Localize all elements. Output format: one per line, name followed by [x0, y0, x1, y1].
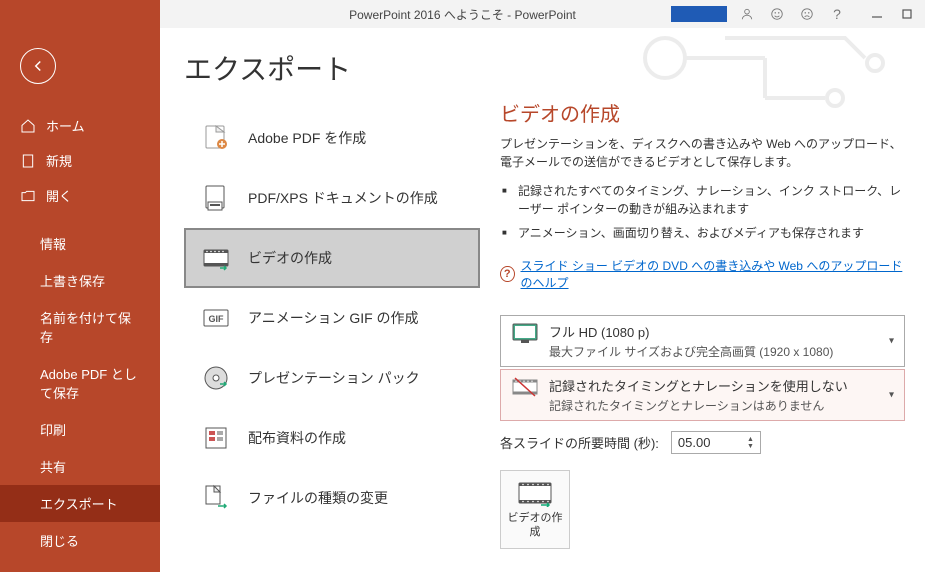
sidebar-item-save[interactable]: 上書き保存: [0, 262, 160, 299]
sidebar-item-home[interactable]: ホーム: [0, 108, 160, 143]
help-link[interactable]: スライド ショー ビデオの DVD への書き込みや Web へのアップロードのヘ…: [521, 257, 905, 291]
sidebar-label: Adobe PDF として保存: [40, 364, 140, 402]
duration-label: 各スライドの所要時間 (秒):: [500, 433, 659, 452]
help-icon[interactable]: ?: [827, 4, 847, 24]
export-label: アニメーション GIF の作成: [248, 308, 419, 328]
sidebar-item-close[interactable]: 閉じる: [0, 522, 160, 559]
sidebar-item-share[interactable]: 共有: [0, 448, 160, 485]
monitor-icon: [511, 322, 539, 346]
detail-description: プレゼンテーションを、ディスクへの書き込みや Web へのアップロード、電子メー…: [500, 135, 905, 171]
sidebar-item-print[interactable]: 印刷: [0, 411, 160, 448]
user-badge[interactable]: [671, 6, 727, 22]
dropdown-text: 記録されたタイミングとナレーションを使用しない 記録されたタイミングとナレーショ…: [549, 376, 894, 414]
face-happy-icon[interactable]: [767, 4, 787, 24]
sidebar-label: 情報: [40, 234, 66, 253]
back-button[interactable]: [20, 48, 56, 84]
sidebar-label: 名前を付けて保存: [40, 308, 140, 346]
sidebar-label: 共有: [40, 457, 66, 476]
bullet-item: 記録されたすべてのタイミング、ナレーション、インク ストローク、レーザー ポイン…: [518, 179, 905, 221]
svg-text:GIF: GIF: [209, 314, 225, 324]
handout-icon: [200, 422, 232, 454]
sidebar-item-open[interactable]: 開く: [0, 178, 160, 213]
narration-line1: 記録されたタイミングとナレーションを使用しない: [549, 376, 894, 395]
duration-value: 05.00: [678, 435, 711, 450]
slide-duration-row: 各スライドの所要時間 (秒): 05.00 ▲▼: [500, 431, 905, 454]
export-label: ビデオの作成: [248, 248, 332, 268]
export-item-adobepdf[interactable]: Adobe PDF を作成: [184, 108, 480, 168]
export-label: ファイルの種類の変更: [248, 488, 388, 508]
bullet-item: アニメーション、画面切り替え、およびメディアも保存されます: [518, 221, 905, 245]
export-item-gif[interactable]: GIF アニメーション GIF の作成: [184, 288, 480, 348]
gif-icon: GIF: [200, 302, 232, 334]
window-title: PowerPoint 2016 へようこそ - PowerPoint: [349, 6, 576, 23]
quality-line1: フル HD (1080 p): [549, 322, 894, 341]
export-label: プレゼンテーション パック: [248, 368, 420, 388]
face-sad-icon[interactable]: [797, 4, 817, 24]
help-link-row: ? スライド ショー ビデオの DVD への書き込みや Web へのアップロード…: [500, 257, 905, 291]
detail-title: ビデオの作成: [500, 98, 905, 127]
sidebar-label: 印刷: [40, 420, 66, 439]
pdf-xps-icon: [200, 182, 232, 214]
filmstrip-icon: [511, 376, 539, 400]
sidebar-label: ホーム: [46, 116, 85, 135]
sidebar-label: 閉じる: [40, 531, 79, 550]
open-icon: [20, 188, 36, 204]
changetype-icon: [200, 482, 232, 514]
narration-dropdown[interactable]: 記録されたタイミングとナレーションを使用しない 記録されたタイミングとナレーショ…: [500, 369, 905, 421]
duration-input[interactable]: 05.00 ▲▼: [671, 431, 761, 454]
sidebar-item-adobepdf[interactable]: Adobe PDF として保存: [0, 355, 160, 411]
chevron-down-icon: ▾: [889, 336, 894, 347]
sidebar-label: エクスポート: [40, 494, 118, 513]
video-icon: [200, 242, 232, 274]
export-item-changetype[interactable]: ファイルの種類の変更: [184, 468, 480, 528]
sidebar-item-saveas[interactable]: 名前を付けて保存: [0, 299, 160, 355]
export-item-handout[interactable]: 配布資料の作成: [184, 408, 480, 468]
spinner-icon[interactable]: ▲▼: [747, 436, 754, 450]
export-item-video[interactable]: ビデオの作成: [184, 228, 480, 288]
account-icon[interactable]: [737, 4, 757, 24]
titlebar-accent: [0, 0, 160, 28]
sidebar-label: 開く: [46, 186, 72, 205]
sidebar-label: 新規: [46, 151, 72, 170]
create-button-label: ビデオの作成: [505, 511, 565, 540]
minimize-icon[interactable]: [867, 4, 887, 24]
backstage-sidebar: ホーム 新規 開く 情報 上書き保存 名前を付けて保存 Adobe PDF とし…: [0, 28, 160, 572]
export-label: PDF/XPS ドキュメントの作成: [248, 188, 438, 208]
detail-bullets: 記録されたすべてのタイミング、ナレーション、インク ストローク、レーザー ポイン…: [500, 179, 905, 245]
question-icon: ?: [500, 266, 515, 282]
narration-line2: 記録されたタイミングとナレーションはありません: [549, 397, 894, 414]
page-title: エクスポート: [184, 48, 480, 88]
titlebar-controls: ?: [671, 4, 917, 24]
export-item-package[interactable]: プレゼンテーション パック: [184, 348, 480, 408]
create-video-button[interactable]: ビデオの作成: [500, 470, 570, 549]
video-create-icon: [517, 479, 553, 507]
chevron-down-icon: ▾: [889, 390, 894, 401]
sidebar-item-new[interactable]: 新規: [0, 143, 160, 178]
adobe-pdf-icon: [200, 122, 232, 154]
content-area: エクスポート Adobe PDF を作成 PDF/XPS ドキュメントの作成 ビ…: [160, 28, 925, 572]
sidebar-label: 上書き保存: [40, 271, 105, 290]
maximize-icon[interactable]: [897, 4, 917, 24]
new-icon: [20, 153, 36, 169]
home-icon: [20, 118, 36, 134]
export-options-column: エクスポート Adobe PDF を作成 PDF/XPS ドキュメントの作成 ビ…: [160, 28, 490, 572]
export-item-pdfxps[interactable]: PDF/XPS ドキュメントの作成: [184, 168, 480, 228]
export-detail-column: ビデオの作成 プレゼンテーションを、ディスクへの書き込みや Web へのアップロ…: [490, 28, 925, 572]
export-label: 配布資料の作成: [248, 428, 346, 448]
titlebar: PowerPoint 2016 へようこそ - PowerPoint ?: [0, 0, 925, 28]
sidebar-item-export[interactable]: エクスポート: [0, 485, 160, 522]
quality-line2: 最大ファイル サイズおよび完全高画質 (1920 x 1080): [549, 343, 894, 360]
quality-dropdown[interactable]: フル HD (1080 p) 最大ファイル サイズおよび完全高画質 (1920 …: [500, 315, 905, 367]
dropdown-text: フル HD (1080 p) 最大ファイル サイズおよび完全高画質 (1920 …: [549, 322, 894, 360]
sidebar-item-info[interactable]: 情報: [0, 225, 160, 262]
export-label: Adobe PDF を作成: [248, 128, 366, 148]
package-icon: [200, 362, 232, 394]
